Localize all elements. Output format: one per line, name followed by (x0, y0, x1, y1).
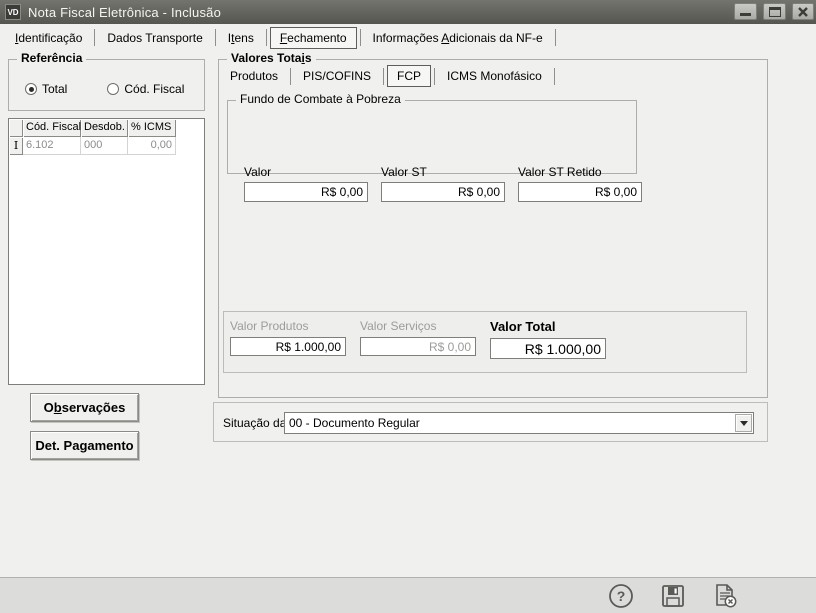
valor-st-retido-field: Valor ST Retido (518, 165, 642, 202)
cod-fiscal-grid[interactable]: Cód. Fiscal Desdob. % ICMS I 6.102 000 0… (8, 118, 205, 385)
valor-label: Valor (244, 165, 368, 179)
cell-cod-fiscal: 6.102 (23, 137, 81, 155)
cell-icms: 0,00 (128, 137, 176, 155)
tab-separator (360, 29, 361, 46)
tab-separator (434, 68, 435, 85)
valor-st-label: Valor ST (381, 165, 505, 179)
radio-selected-icon (25, 83, 37, 95)
save-icon (660, 583, 686, 609)
situacao-selected-value: 00 - Documento Regular (285, 416, 735, 430)
grid-header-selector (9, 119, 23, 137)
footer-bar: ? (0, 577, 816, 613)
help-button[interactable]: ? (608, 583, 634, 609)
radio-total[interactable]: Total (25, 82, 67, 96)
minimize-button[interactable] (734, 3, 757, 20)
tab-dados-transporte[interactable]: Dados Transporte (98, 28, 211, 48)
tab-separator (554, 68, 555, 85)
tab-pis-cofins[interactable]: PIS/COFINS (294, 66, 380, 86)
close-button[interactable] (792, 3, 814, 20)
valor-servicos-input[interactable] (360, 337, 476, 356)
valor-produtos-field: Valor Produtos (230, 319, 346, 356)
radio-unselected-icon (107, 83, 119, 95)
tab-separator (383, 68, 384, 85)
minimize-icon (740, 7, 751, 16)
table-row[interactable]: I 6.102 000 0,00 (9, 137, 204, 155)
referencia-radio-row: Total Cód. Fiscal (25, 82, 184, 96)
valor-st-field: Valor ST (381, 165, 505, 202)
grid-header-desdob: Desdob. (81, 119, 128, 137)
valor-total-label: Valor Total (490, 319, 606, 334)
close-icon (798, 7, 808, 17)
tab-separator (215, 29, 216, 46)
valor-st-input[interactable] (381, 182, 505, 202)
titlebar: VD Nota Fiscal Eletrônica - Inclusão (0, 0, 816, 24)
det-pagamento-button[interactable]: Det. Pagamento (30, 431, 139, 460)
valores-totais-group: Valores Totais Produtos PIS/COFINS FCP I… (218, 59, 768, 398)
cell-desdob: 000 (81, 137, 128, 155)
save-button[interactable] (660, 583, 686, 609)
window-title: Nota Fiscal Eletrônica - Inclusão (28, 5, 221, 20)
svg-text:?: ? (617, 588, 626, 604)
maximize-icon (769, 7, 781, 17)
tab-separator (555, 29, 556, 46)
radio-total-label: Total (42, 82, 67, 96)
app-icon: VD (5, 4, 21, 20)
referencia-group: Referência Total Cód. Fiscal (8, 59, 205, 111)
row-ibeam-icon: I (9, 137, 23, 155)
valor-produtos-label: Valor Produtos (230, 319, 346, 333)
valor-input[interactable] (244, 182, 368, 202)
grid-header-cod-fiscal: Cód. Fiscal (23, 119, 81, 137)
app-window: VD Nota Fiscal Eletrônica - Inclusão Ide… (0, 0, 816, 613)
radio-cod-fiscal[interactable]: Cód. Fiscal (107, 82, 184, 96)
maximize-button[interactable] (763, 3, 786, 20)
valor-field: Valor (244, 165, 368, 202)
totals-panel: Valor Produtos Valor Serviços Valor Tota… (223, 311, 747, 373)
valores-tabbar: Produtos PIS/COFINS FCP ICMS Monofásico (221, 65, 558, 87)
valores-totais-label: Valores Totais (227, 51, 316, 65)
radio-cod-fiscal-label: Cód. Fiscal (124, 82, 184, 96)
observacoes-button[interactable]: Observações (30, 393, 139, 422)
tab-produtos[interactable]: Produtos (221, 66, 287, 86)
valor-produtos-input[interactable] (230, 337, 346, 356)
tab-icms-monofasico[interactable]: ICMS Monofásico (438, 66, 551, 86)
dropdown-button[interactable] (735, 414, 752, 432)
situacao-combobox[interactable]: 00 - Documento Regular (284, 412, 754, 434)
tab-itens[interactable]: Itens (219, 28, 263, 48)
grid-header-icms: % ICMS (128, 119, 176, 137)
tab-fcp[interactable]: FCP (387, 65, 431, 87)
main-tabbar: Identificação Dados Transporte Itens Fec… (0, 24, 816, 51)
tab-fechamento[interactable]: Fechamento (270, 27, 357, 49)
valor-servicos-label: Valor Serviços (360, 319, 476, 333)
situacao-panel: Situação da NF: 00 - Documento Regular (213, 402, 768, 442)
referencia-group-label: Referência (17, 51, 86, 65)
tab-separator (94, 29, 95, 46)
tab-identificacao[interactable]: Identificação (6, 28, 91, 48)
tab-informacoes-adicionais[interactable]: Informações Adicionais da NF-e (364, 28, 552, 48)
help-icon: ? (608, 583, 634, 609)
valor-servicos-field: Valor Serviços (360, 319, 476, 356)
cancel-document-icon (712, 583, 738, 609)
valor-total-field: Valor Total (490, 319, 606, 359)
valor-st-retido-label: Valor ST Retido (518, 165, 642, 179)
grid-header-row: Cód. Fiscal Desdob. % ICMS (9, 119, 204, 137)
tab-separator (266, 29, 267, 46)
chevron-down-icon (740, 421, 748, 426)
tab-separator (290, 68, 291, 85)
fcp-group-label: Fundo de Combate à Pobreza (236, 92, 405, 106)
valor-st-retido-input[interactable] (518, 182, 642, 202)
valor-total-input[interactable] (490, 338, 606, 359)
cancel-document-button[interactable] (712, 583, 738, 609)
fcp-group: Fundo de Combate à Pobreza Valor Valor S… (227, 100, 637, 174)
